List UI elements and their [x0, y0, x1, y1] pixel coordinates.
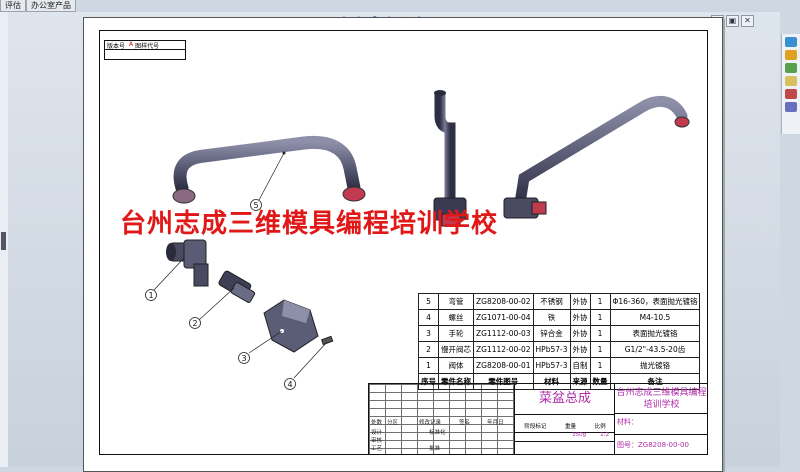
bom-cell: Φ16-360，表面抛光镀铬 [609, 293, 701, 310]
title-block-label: 处数 [371, 420, 383, 426]
bom-cell: HPb57-3 [532, 341, 571, 358]
balloon-1: 1 [148, 291, 153, 300]
appearance-scenes-icon[interactable] [785, 89, 797, 99]
title-block-label: 签名 [459, 420, 471, 426]
stage-mark-label: 阶段标记 [524, 424, 547, 430]
bom-cell: 螺丝 [438, 309, 474, 326]
bom-cell: 1 [589, 325, 611, 342]
scale-label: 比例 [594, 424, 606, 430]
bom-cell: 2 [418, 341, 439, 358]
cartridge-part-2 [218, 270, 256, 303]
title-block-label: 审核 [371, 438, 383, 444]
title-block-label: 年月日 [487, 420, 504, 426]
bom-cell: ZG1071-00-04 [473, 309, 534, 326]
bom-cell: 阀体 [438, 357, 474, 374]
bom-cell: 3 [418, 325, 439, 342]
tab-evaluate[interactable]: 评估 [0, 0, 26, 12]
bom-cell: 1 [418, 357, 439, 374]
material-label: 材料： [617, 418, 638, 426]
bom-cell: 4 [418, 309, 439, 326]
bom-cell: 1 [589, 341, 611, 358]
bom-row: 1 阀体 ZG8208-00-01 HPb57-3 自制 1 抛光镀铬 [418, 357, 701, 374]
scale-value: 1:2 [600, 432, 609, 438]
title-block: 处数 分区 修改记录 签名 年月日 设计 标准化 审核 工艺 批准 菜盆总成 阶… [368, 383, 708, 454]
bom-row: 3 手轮 ZG1112-00-03 锌合金 外协 1 表面抛光镀铬 [418, 325, 701, 342]
custom-properties-icon[interactable] [785, 102, 797, 112]
balloon-4: 4 [287, 380, 292, 389]
bom-row: 4 螺丝 ZG1071-00-04 铁外协 1 M4-10.5 [418, 309, 701, 326]
bom-cell: 不锈钢 [532, 293, 571, 310]
bom-cell: 1 [589, 293, 611, 310]
bom-cell: HPb57-3 [532, 357, 571, 374]
resources-icon[interactable] [785, 37, 797, 47]
bom-cell: ZG1112-00-02 [473, 341, 534, 358]
drawing-sheet[interactable]: 版本号 A 图样代号 1 2 3 4 5 台州志成三维模具编程培训学校 5 弯管… [83, 17, 723, 472]
bom-cell: ZG8208-00-02 [473, 293, 534, 310]
bom-cell: 表面抛光镀铬 [609, 325, 701, 342]
bill-of-materials: 5 弯管 ZG8208-00-02 不锈钢 外协 1 Φ16-360，表面抛光镀铬 4 螺丝 Z… [418, 293, 701, 390]
bom-cell: ZG1112-00-03 [473, 325, 534, 342]
spout-part-5 [172, 135, 366, 204]
tab-office-products[interactable]: 办公室产品 [26, 0, 76, 12]
drawing-number: 图号：ZG8208-00-00 [617, 441, 689, 449]
bom-cell: 外协 [569, 293, 591, 310]
graphics-area[interactable]: ⊕ ⊙ ↶ ⊗ ◈ ◐ ▿ ▫ ▣ ✕ 版本号A图样代号 [8, 12, 780, 472]
bom-cell: 1 [589, 309, 611, 326]
title-block-label: 工艺 [371, 446, 383, 452]
bom-cell: 慢开阀芯 [438, 341, 474, 358]
title-block-label: 设计 [371, 430, 383, 436]
bom-cell: M4-10.5 [609, 309, 701, 326]
title-block-label: 修改记录 [419, 420, 442, 426]
maximize-button[interactable]: ▣ [726, 15, 739, 27]
valve-body-part-1 [166, 239, 209, 287]
bom-cell: G1/2"-43.5-20齿 [609, 341, 701, 358]
bom-cell: 1 [589, 357, 611, 374]
handle-part-3 [263, 299, 319, 353]
bom-cell: 外协 [569, 341, 591, 358]
weight-label: 重量 [564, 424, 576, 430]
bom-cell: 外协 [569, 325, 591, 342]
bom-cell: 5 [418, 293, 439, 310]
bom-row: 5 弯管 ZG8208-00-02 不锈钢 外协 1 Φ16-360，表面抛光镀铬 [418, 293, 701, 310]
library-icon[interactable] [785, 50, 797, 60]
bom-cell: 手轮 [438, 325, 474, 342]
title-block-label: 标准化 [429, 430, 446, 436]
balloon-2: 2 [192, 319, 197, 328]
title-block-label: 批准 [429, 446, 441, 452]
explorer-icon[interactable] [785, 63, 797, 73]
school-watermark: 台州志成三维模具编程培训学校 [120, 209, 499, 239]
screw-part-4 [320, 335, 334, 346]
title-block-label: 分区 [387, 420, 399, 426]
school-name: 台州志成三维模具编程培训学校 [615, 384, 708, 414]
bom-cell: 外协 [569, 309, 591, 326]
bom-cell: 抛光镀铬 [609, 357, 701, 374]
bom-row: 2 慢开阀芯 ZG1112-00-02 HPb57-3 外协 1 G1/2"-43.5-20… [418, 341, 701, 358]
assembly-name: 菜盆总成 [515, 384, 615, 415]
task-pane-tabs [781, 34, 800, 134]
document-tabs: 评估 办公室产品 [0, 0, 76, 12]
bom-cell: 铁 [532, 309, 571, 326]
weight-value: 350g [572, 432, 587, 438]
bom-cell: 弯管 [438, 293, 474, 310]
bom-cell: 自制 [569, 357, 591, 374]
close-button[interactable]: ✕ [741, 15, 754, 27]
balloon-3: 3 [241, 354, 246, 363]
bom-cell: 锌合金 [532, 325, 571, 342]
bom-cell: ZG8208-00-01 [473, 357, 534, 374]
panel-splitter-handle[interactable] [1, 232, 6, 250]
isometric-assembly [503, 95, 690, 219]
view-palette-icon[interactable] [785, 76, 797, 86]
